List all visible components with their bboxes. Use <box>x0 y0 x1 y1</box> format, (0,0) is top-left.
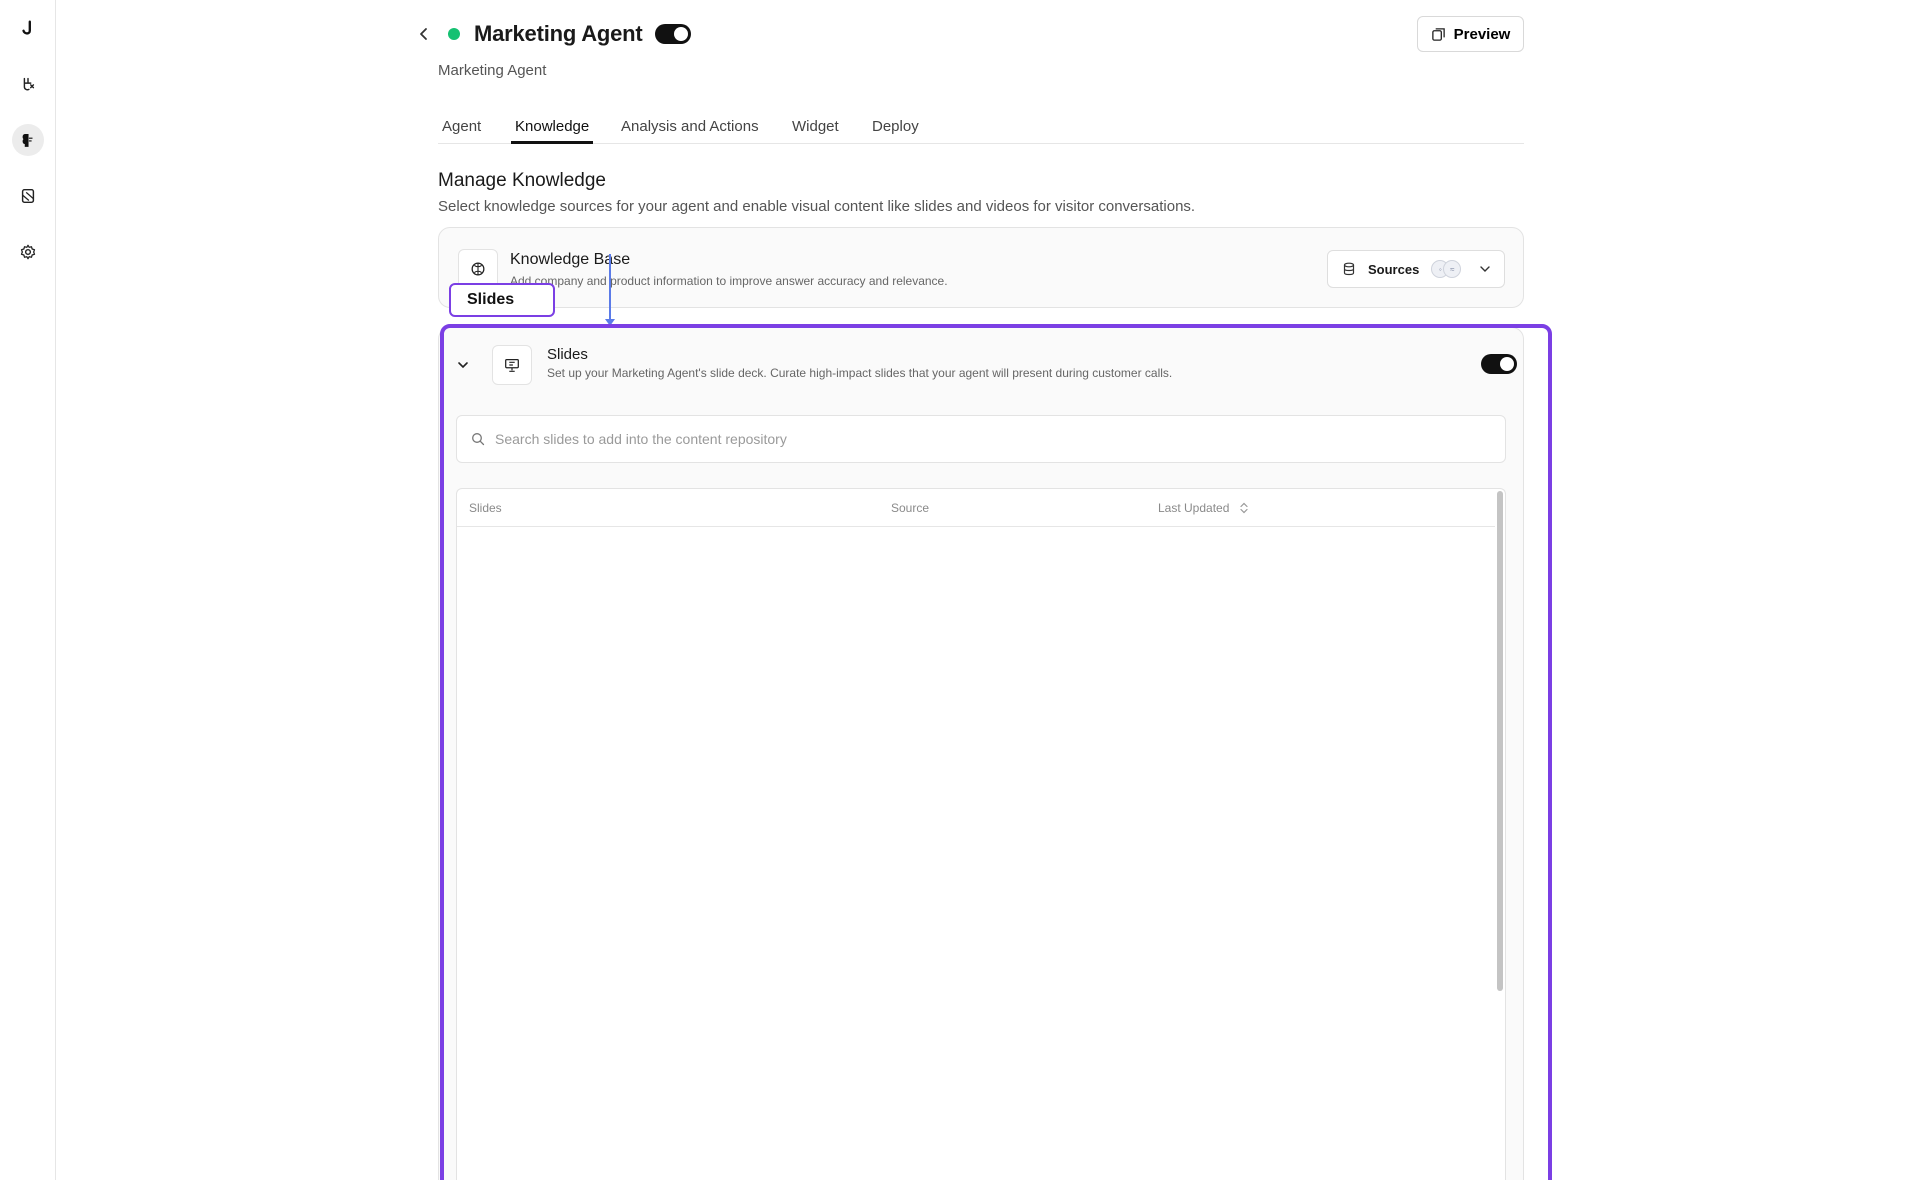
slides-title: Slides <box>547 346 588 363</box>
page-title: Marketing Agent <box>474 21 643 46</box>
tab-analysis-and-actions[interactable]: Analysis and Actions <box>621 118 759 135</box>
source-avatar-icon: ≈ <box>1443 260 1462 278</box>
left-rail <box>0 0 56 1180</box>
column-header-last-updated[interactable]: Last Updated <box>1158 501 1249 515</box>
tab-knowledge[interactable]: Knowledge <box>515 118 589 135</box>
logo-icon[interactable] <box>12 12 44 44</box>
tab-bar: Agent Knowledge Analysis and Actions Wid… <box>438 112 1524 144</box>
column-header-last-updated-label: Last Updated <box>1158 501 1230 515</box>
status-indicator <box>448 28 460 40</box>
slides-description: Set up your Marketing Agent's slide deck… <box>547 366 1173 380</box>
sources-label: Sources <box>1368 261 1420 277</box>
tab-widget[interactable]: Widget <box>792 118 839 135</box>
tab-deploy[interactable]: Deploy <box>872 118 919 135</box>
database-icon <box>1343 262 1355 276</box>
tab-agent[interactable]: Agent <box>442 118 481 135</box>
search-icon <box>472 433 485 446</box>
page-subtitle: Marketing Agent <box>438 62 547 79</box>
slides-table: Slides Source Last Updated <box>456 488 1506 1180</box>
knowledge-base-description: Add company and product information to i… <box>510 274 948 288</box>
chevron-down-icon <box>458 362 468 369</box>
back-button[interactable] <box>412 22 436 46</box>
agent-icon[interactable] <box>12 68 44 100</box>
slides-search <box>456 415 1506 463</box>
document-icon[interactable] <box>12 180 44 212</box>
section-title: Manage Knowledge <box>438 170 606 191</box>
column-header-source: Source <box>891 501 930 515</box>
collapse-slides-button[interactable] <box>453 355 473 375</box>
column-header-slides: Slides <box>469 501 502 515</box>
knowledge-base-title: Knowledge Base <box>510 251 631 268</box>
annotation-connector-arrow <box>605 254 615 326</box>
chevron-left-icon <box>420 28 427 40</box>
brain-icon[interactable] <box>12 124 44 156</box>
chevron-down-icon <box>1480 266 1491 272</box>
annotation-callout: Slides <box>449 283 555 317</box>
slides-card: Slides Set up your Marketing Agent's sli… <box>438 327 1524 1180</box>
preview-icon <box>1431 27 1445 41</box>
table-scrollbar[interactable] <box>1497 491 1503 991</box>
agent-active-toggle[interactable] <box>654 24 691 44</box>
preview-button[interactable]: Preview <box>1417 16 1524 52</box>
gear-icon[interactable] <box>12 236 44 268</box>
presentation-icon <box>492 345 532 385</box>
preview-label: Preview <box>1453 25 1511 43</box>
sort-icon[interactable] <box>1239 502 1249 514</box>
slides-enabled-toggle[interactable] <box>1481 354 1517 374</box>
active-tab-indicator <box>511 141 593 144</box>
knowledge-base-card: Knowledge Base Add company and product i… <box>438 227 1524 308</box>
source-avatars: ◦ ≈ <box>1431 260 1462 278</box>
section-description: Select knowledge sources for your agent … <box>438 198 1196 215</box>
page-header: Marketing Agent <box>412 18 691 50</box>
slides-search-input[interactable] <box>495 431 1395 447</box>
table-header: Slides Source Last Updated <box>457 489 1495 527</box>
sources-dropdown[interactable]: Sources ◦ ≈ <box>1327 250 1505 288</box>
